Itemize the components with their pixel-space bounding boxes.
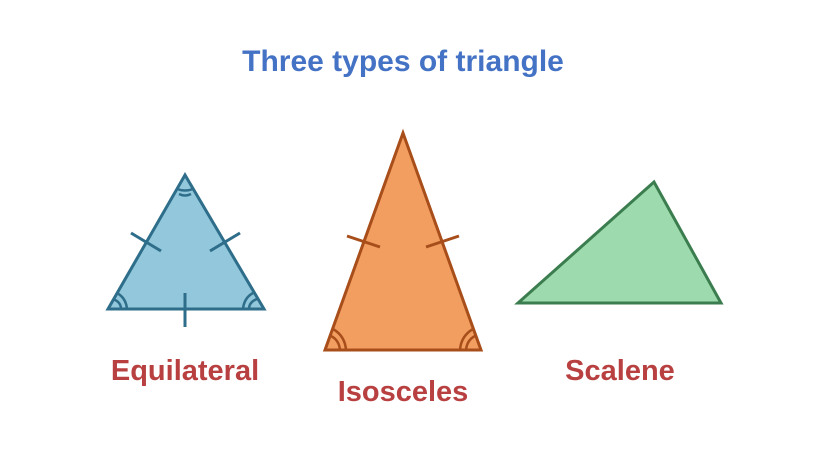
- scalene-triangle: [514, 179, 724, 305]
- scalene-triangle-shape: [514, 179, 724, 305]
- triangle-types-diagram: Three types of triangle Equilateral Isos…: [105, 45, 724, 408]
- equilateral-label: Equilateral: [111, 355, 259, 387]
- diagram-title: Three types of triangle: [242, 45, 564, 78]
- scalene-label: Scalene: [565, 355, 675, 387]
- isosceles-triangle: [322, 128, 484, 352]
- isosceles-label: Isosceles: [338, 376, 469, 408]
- equilateral-triangle: [105, 172, 267, 327]
- isosceles-triangle-shape: [322, 128, 484, 352]
